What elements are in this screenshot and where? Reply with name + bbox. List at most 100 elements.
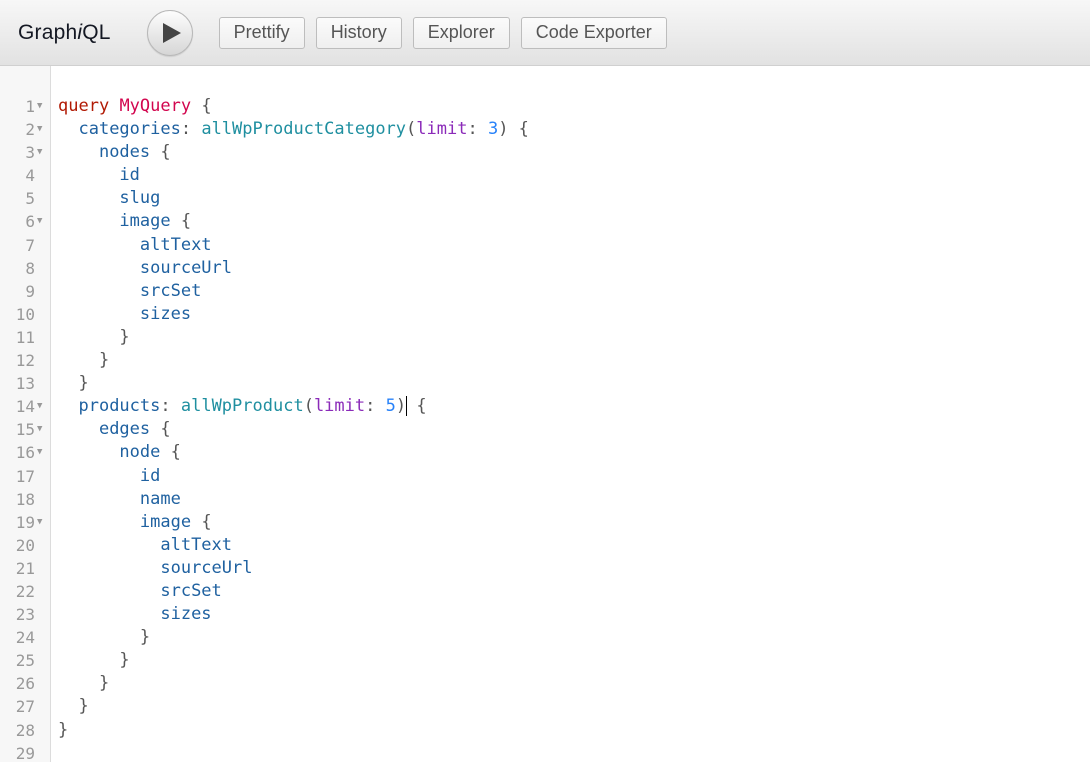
token-punc — [58, 396, 78, 416]
line-number: 28 — [15, 720, 35, 740]
code-text: srcSet — [58, 580, 221, 603]
token-prop: name — [139, 488, 181, 509]
code-line[interactable]: 18 name — [0, 488, 1090, 511]
token-prop: categories — [78, 119, 181, 140]
token-punc: ( — [406, 119, 417, 140]
line-number: 1 — [25, 97, 35, 116]
line-number: 11 — [15, 327, 35, 347]
token-prop: sourceUrl — [160, 557, 253, 578]
history-button[interactable]: History — [315, 16, 402, 49]
code-line[interactable]: 24 } — [0, 626, 1090, 649]
code-line[interactable]: 14 ▼ products: allWpProduct(limit: 5) { — [0, 395, 1090, 418]
fold-arrow-icon[interactable]: ▼ — [37, 418, 47, 441]
code-text: nodes { — [58, 141, 171, 164]
token-fn: allWpProductCategory — [201, 119, 407, 140]
line-number: 27 — [15, 697, 35, 717]
explorer-button[interactable]: Explorer — [412, 16, 510, 49]
token-punc: { — [191, 96, 212, 116]
fold-arrow-icon[interactable]: ▼ — [37, 95, 47, 118]
code-line[interactable]: 28} — [0, 719, 1090, 742]
token-prop: altText — [139, 234, 212, 255]
token-punc — [58, 281, 140, 301]
token-prop: sizes — [139, 303, 192, 324]
code-text: edges { — [58, 418, 171, 441]
code-line[interactable]: 25 } — [0, 649, 1090, 672]
line-number: 7 — [25, 235, 35, 255]
token-attr: limit — [313, 396, 366, 417]
code-line[interactable]: 19 ▼ image { — [0, 511, 1090, 534]
code-line[interactable]: 9 srcSet — [0, 280, 1090, 303]
code-text: products: allWpProduct(limit: 5) { — [58, 395, 427, 418]
code-line[interactable]: 11 } — [0, 326, 1090, 349]
code-line[interactable]: 10 sizes — [0, 303, 1090, 326]
line-number: 20 — [15, 535, 35, 555]
code-line[interactable]: 29 — [0, 742, 1090, 765]
token-prop: nodes — [98, 142, 151, 163]
line-number: 13 — [15, 374, 35, 394]
code-text: } — [58, 326, 129, 349]
token-punc — [58, 419, 99, 439]
token-num: 5 — [385, 396, 396, 417]
fold-arrow-icon[interactable]: ▼ — [37, 118, 47, 141]
token-punc: { — [150, 142, 171, 163]
code-line[interactable]: 2 ▼ categories: allWpProductCategory(limi… — [0, 118, 1090, 141]
code-exporter-button[interactable]: Code Exporter — [520, 16, 667, 49]
fold-arrow-icon[interactable]: ▼ — [37, 210, 47, 233]
token-punc — [58, 558, 160, 578]
token-punc — [58, 581, 160, 601]
fold-arrow-icon[interactable]: ▼ — [37, 441, 47, 464]
line-number: 23 — [15, 605, 35, 625]
code-text: } — [58, 695, 88, 718]
token-punc: } — [58, 373, 89, 394]
token-prop: altText — [160, 534, 233, 555]
line-number: 22 — [15, 581, 35, 601]
token-punc: { — [160, 442, 181, 463]
token-punc — [58, 119, 78, 139]
code-line[interactable]: 1 ▼ query MyQuery { — [0, 95, 1090, 118]
code-line[interactable]: 5 slug — [0, 187, 1090, 210]
token-punc — [58, 211, 119, 231]
code-line[interactable]: 20 altText — [0, 534, 1090, 557]
prettify-button[interactable]: Prettify — [218, 16, 305, 49]
token-punc: ) — [395, 396, 407, 417]
token-punc: } — [58, 673, 110, 694]
code-line[interactable]: 12 } — [0, 349, 1090, 372]
query-editor[interactable]: 1 ▼ query MyQuery {2 ▼ categories: allWpPro… — [0, 66, 1090, 765]
code-text: } — [58, 672, 109, 695]
token-punc: } — [58, 627, 151, 648]
token-punc: } — [58, 650, 130, 671]
code-line[interactable]: 27 } — [0, 695, 1090, 718]
code-line[interactable]: 7 altText — [0, 234, 1090, 257]
code-line[interactable]: 22 srcSet — [0, 580, 1090, 603]
code-line[interactable]: 16 ▼ node { — [0, 441, 1090, 464]
code-line[interactable]: 4 id — [0, 164, 1090, 187]
token-prop: image — [139, 511, 192, 532]
token-punc: { — [170, 211, 192, 232]
token-punc: { — [150, 419, 171, 440]
code-line[interactable]: 23 sizes — [0, 603, 1090, 626]
execute-query-button[interactable] — [146, 9, 193, 56]
code-line[interactable]: 17 id — [0, 465, 1090, 488]
code-line[interactable]: 3 ▼ nodes { — [0, 141, 1090, 164]
code-line[interactable]: 13 } — [0, 372, 1090, 395]
fold-arrow-icon[interactable]: ▼ — [37, 511, 47, 534]
code-line[interactable]: 26 } — [0, 672, 1090, 695]
line-number: 29 — [15, 743, 35, 763]
token-punc: { — [191, 511, 212, 532]
code-line[interactable]: 15 ▼ edges { — [0, 418, 1090, 441]
code-text: categories: allWpProductCategory(limit: … — [58, 118, 528, 141]
fold-arrow-icon[interactable]: ▼ — [37, 395, 47, 418]
fold-arrow-icon[interactable]: ▼ — [37, 141, 47, 164]
line-number: 9 — [25, 281, 35, 301]
code-line[interactable]: 21 sourceUrl — [0, 557, 1090, 580]
code-text: sizes — [58, 303, 191, 326]
code-text: } — [58, 626, 150, 649]
token-punc — [58, 304, 140, 324]
code-line[interactable]: 8 sourceUrl — [0, 257, 1090, 280]
code-lines[interactable]: 1 ▼ query MyQuery {2 ▼ categories: allWpPro… — [0, 95, 1090, 765]
code-text: srcSet — [58, 280, 201, 303]
token-punc — [58, 188, 119, 208]
token-punc: : — [467, 119, 488, 140]
line-number: 12 — [15, 351, 35, 371]
code-line[interactable]: 6 ▼ image { — [0, 210, 1090, 233]
